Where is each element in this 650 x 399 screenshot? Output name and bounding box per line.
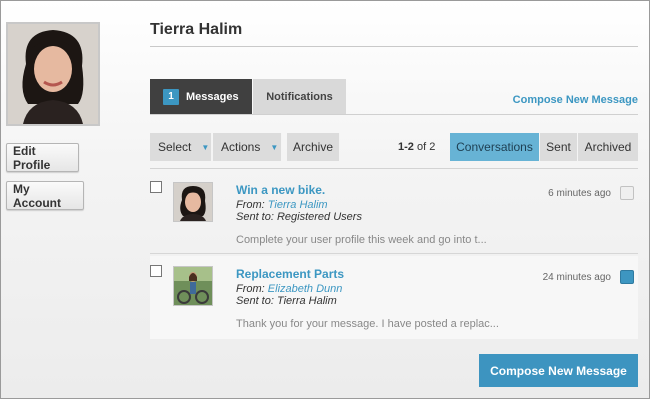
sender-photo-icon [174, 183, 212, 221]
select-label: Select [158, 140, 192, 154]
message-preview: Complete your user profile this week and… [236, 234, 487, 246]
caret-down-icon: ▼ [270, 142, 279, 152]
unread-flag-icon[interactable] [620, 270, 634, 284]
from-label: From: [236, 199, 265, 211]
sender-avatar [173, 182, 213, 222]
message-row[interactable]: Replacement Parts From: Elizabeth Dunn S… [150, 256, 638, 339]
message-subject[interactable]: Win a new bike. [236, 183, 325, 197]
actions-dropdown[interactable]: Actions ▼ [213, 133, 282, 161]
message-checkbox[interactable] [150, 265, 162, 277]
message-recipients: Sent to: Tierra Halim [236, 295, 337, 307]
tab-messages[interactable]: 1 Messages [150, 79, 252, 114]
tab-sent[interactable]: Sent [540, 133, 577, 161]
actions-label: Actions [221, 140, 261, 154]
sender-photo-icon [174, 267, 212, 305]
message-row[interactable]: Win a new bike. From: Tierra Halim Sent … [150, 172, 638, 252]
tab-notifications[interactable]: Notifications [253, 79, 346, 114]
compose-new-message-link[interactable]: Compose New Message [513, 94, 638, 106]
message-checkbox[interactable] [150, 181, 162, 193]
pager-range: 1-2 [398, 141, 414, 153]
tab-conversations[interactable]: Conversations [450, 133, 539, 161]
message-from: From: Tierra Halim [236, 199, 328, 211]
caret-down-icon: ▼ [201, 142, 210, 152]
archive-button[interactable]: Archive [287, 133, 340, 161]
select-dropdown[interactable]: Select ▼ [150, 133, 212, 161]
message-subject[interactable]: Replacement Parts [236, 267, 344, 281]
profile-avatar [6, 22, 100, 126]
message-recipients: Sent to: Registered Users [236, 211, 362, 223]
messages-count-badge: 1 [163, 88, 179, 105]
tab-messages-label: Messages [186, 90, 239, 103]
from-label: From: [236, 283, 265, 295]
profile-photo-icon [8, 24, 98, 124]
message-preview: Thank you for your message. I have poste… [236, 318, 499, 330]
message-from: From: Elizabeth Dunn [236, 283, 342, 295]
sender-link[interactable]: Elizabeth Dunn [268, 283, 343, 295]
sender-avatar [173, 266, 213, 306]
edit-profile-button[interactable]: Edit Profile [6, 143, 79, 172]
sender-link[interactable]: Tierra Halim [268, 199, 328, 211]
divider [150, 114, 638, 115]
page-title: Tierra Halim [150, 21, 243, 38]
pagination-count: 1-2 of 2 [398, 141, 435, 153]
message-timestamp: 6 minutes ago [548, 188, 611, 199]
divider [150, 168, 638, 169]
divider [150, 253, 638, 254]
compose-new-message-button[interactable]: Compose New Message [479, 354, 638, 387]
my-account-button[interactable]: My Account [6, 181, 84, 210]
pager-total: of 2 [416, 141, 436, 153]
message-timestamp: 24 minutes ago [542, 272, 611, 283]
unread-flag-icon[interactable] [620, 186, 634, 200]
divider [150, 46, 638, 47]
tab-archived[interactable]: Archived [578, 133, 638, 161]
